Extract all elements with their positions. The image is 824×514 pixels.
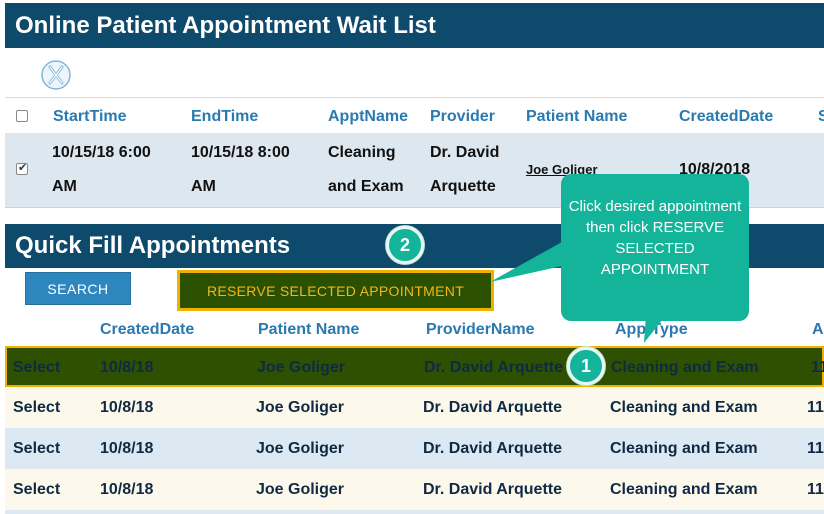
col-patient-name[interactable]: Patient Name	[258, 321, 359, 339]
cell-appttype: Cleaning and Exam	[610, 481, 758, 498]
select-link[interactable]: Select	[13, 387, 60, 428]
col-starttime[interactable]: StartTime	[53, 108, 127, 126]
cell-createddate: 10/8/18	[100, 481, 154, 498]
step-badge-2: 2	[386, 226, 424, 264]
cell-endtime: 10/15/18 8:00 AM	[191, 144, 290, 195]
step-badge-1: 1	[567, 347, 605, 385]
cell-patient: Joe Goliger	[256, 399, 345, 416]
cell-createddate: 10/8/18	[100, 399, 154, 416]
cell-provider: Dr. David Arquette	[423, 440, 562, 457]
reserve-button-highlight: RESERVE SELECTED APPOINTMENT	[177, 270, 494, 311]
col-createddate[interactable]: CreatedDate	[100, 321, 194, 339]
cell-createddate: 10/8/18	[100, 440, 154, 457]
col-createddate[interactable]: CreatedDate	[679, 108, 773, 126]
cell-truncated: 11/	[807, 399, 824, 416]
table-row[interactable]: Select 10/8/18 Joe Goliger Dr. David Arq…	[5, 387, 824, 428]
instruction-callout: Click desired appointment then click RES…	[561, 174, 749, 321]
select-link[interactable]: Select	[13, 347, 60, 388]
search-button[interactable]: SEARCH	[25, 272, 131, 305]
table-row[interactable]: Select 10/8/18 Joe Goliger Dr. David Arq…	[5, 428, 824, 469]
cell-starttime: 10/15/18 6:00 AM	[52, 144, 151, 195]
select-all-checkbox[interactable]	[16, 110, 28, 122]
reserve-selected-appointment-button[interactable]: RESERVE SELECTED APPOINTMENT	[180, 273, 491, 308]
cell-truncated: 11/	[807, 440, 824, 457]
select-link[interactable]: Select	[13, 428, 60, 469]
cell-appttype: Cleaning and Exam	[610, 399, 758, 416]
col-truncated[interactable]: S	[818, 108, 824, 126]
cell-provider: Dr. David Arquette	[423, 481, 562, 498]
cell-createddate: 10/8/18	[100, 359, 154, 376]
callout-text: Click desired appointment then click RES…	[568, 198, 742, 278]
table-row-partial	[5, 510, 824, 514]
col-provider[interactable]: Provider	[430, 108, 495, 126]
cell-truncated: 11	[811, 359, 824, 376]
callout-pointer-left	[490, 242, 562, 282]
table-row[interactable]: Select 10/8/18 Joe Goliger Dr. David Arq…	[5, 469, 824, 510]
cell-truncated: 11/	[807, 481, 824, 498]
col-providername[interactable]: ProviderName	[426, 321, 535, 339]
col-apptname[interactable]: ApptName	[328, 108, 408, 126]
cell-patient: Joe Goliger	[257, 359, 346, 376]
select-link[interactable]: Select	[13, 469, 60, 510]
row-checkbox[interactable]	[16, 161, 28, 175]
cell-provider: Dr. David Arquette	[424, 359, 563, 376]
col-endtime[interactable]: EndTime	[191, 108, 258, 126]
cell-appttype: Cleaning and Exam	[610, 440, 758, 457]
col-patient-name[interactable]: Patient Name	[526, 108, 627, 126]
col-truncated[interactable]: A	[812, 321, 824, 339]
cell-appttype: Cleaning and Exam	[611, 359, 759, 376]
table-row-selected[interactable]: Select 10/8/18 Joe Goliger Dr. David Arq…	[5, 346, 824, 387]
page-title: Online Patient Appointment Wait List	[15, 12, 436, 39]
cell-apptname: Cleaning and Exam	[328, 144, 404, 195]
cell-patient: Joe Goliger	[256, 440, 345, 457]
cell-provider: Dr. David Arquette	[430, 144, 500, 195]
quick-fill-title: Quick Fill Appointments	[15, 232, 291, 259]
cell-patient: Joe Goliger	[256, 481, 345, 498]
cell-provider: Dr. David Arquette	[423, 399, 562, 416]
waitlist-header-row: StartTime EndTime ApptName Provider Pati…	[5, 97, 824, 133]
clear-icon[interactable]	[40, 59, 72, 91]
page-title-bar: Online Patient Appointment Wait List	[5, 3, 824, 48]
